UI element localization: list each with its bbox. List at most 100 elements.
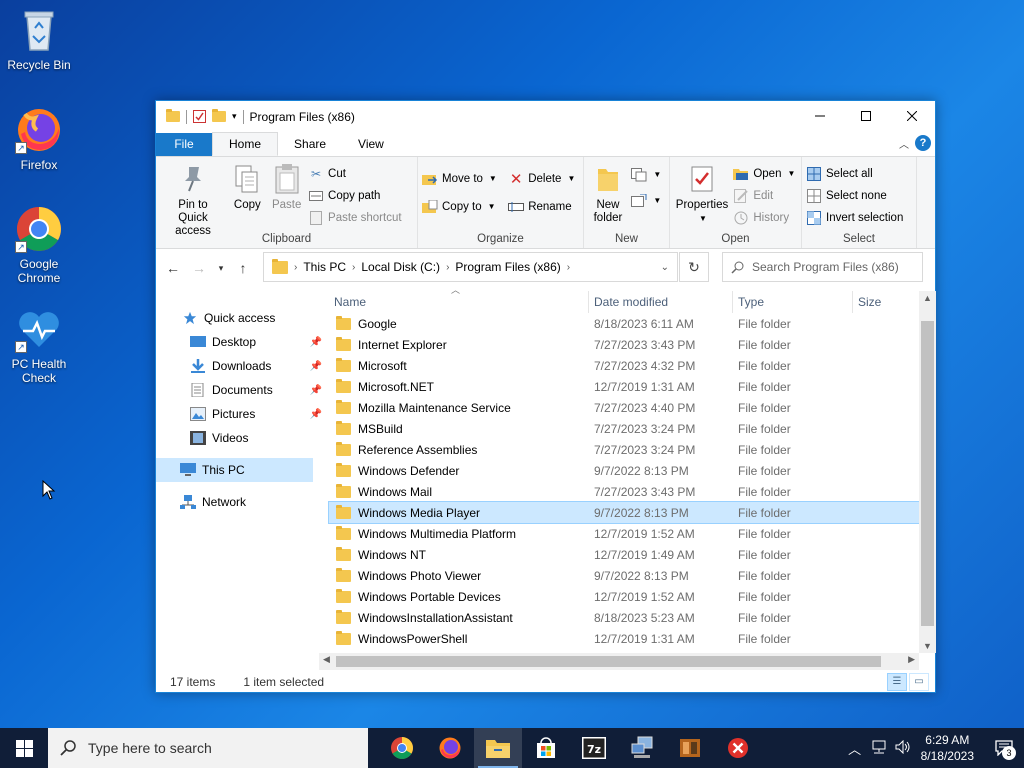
paste-shortcut-button[interactable]: Paste shortcut: [308, 208, 402, 227]
table-row[interactable]: Reference Assemblies 7/27/2023 3:24 PM Fil…: [329, 439, 919, 460]
help-icon[interactable]: ?: [915, 135, 931, 151]
rename-button[interactable]: Rename: [508, 197, 575, 216]
desktop-icon-google-chrome[interactable]: ↗ Google Chrome: [1, 205, 77, 285]
maximize-button[interactable]: [843, 101, 889, 131]
easy-access-button[interactable]: ▼: [631, 191, 661, 210]
copy-to-button[interactable]: Copy to ▼: [422, 197, 497, 216]
table-row[interactable]: WindowsPowerShell 12/7/2019 1:31 AM File f…: [329, 628, 919, 649]
column-header-type[interactable]: Type: [733, 291, 853, 313]
properties-quick-icon[interactable]: [193, 110, 206, 123]
table-row[interactable]: Windows Portable Devices 12/7/2019 1:52 A…: [329, 586, 919, 607]
large-icons-view-button[interactable]: ▭: [909, 673, 929, 691]
taskbar-search-input[interactable]: Type here to search: [48, 728, 368, 768]
desktop-icon-recycle-bin[interactable]: Recycle Bin: [1, 6, 77, 72]
desktop-icon-firefox[interactable]: ↗ Firefox: [1, 106, 77, 172]
tab-share[interactable]: Share: [278, 133, 342, 156]
minimize-button[interactable]: [797, 101, 843, 131]
address-bar[interactable]: › This PC › Local Disk (C:) › Program Fi…: [263, 252, 678, 282]
address-dropdown-icon[interactable]: ⌄: [661, 262, 669, 273]
table-row[interactable]: Windows Mail 7/27/2023 3:43 PM File folder: [329, 481, 919, 502]
table-row[interactable]: Google 8/18/2023 6:11 AM File folder: [329, 313, 919, 334]
column-header-date-modified[interactable]: Date modified: [589, 291, 733, 313]
scroll-down-icon[interactable]: ▼: [919, 641, 936, 651]
tab-file[interactable]: File: [156, 133, 212, 156]
taskbar-red-x-app[interactable]: [714, 728, 762, 768]
taskbar-store[interactable]: [522, 728, 570, 768]
close-button[interactable]: [889, 101, 935, 131]
open-button[interactable]: Open ▼: [733, 164, 795, 183]
table-row[interactable]: Microsoft 7/27/2023 4:32 PM File folder: [329, 355, 919, 376]
cut-button[interactable]: ✂ Cut: [308, 164, 402, 183]
table-row[interactable]: Mozilla Maintenance Service 7/27/2023 4:4…: [329, 397, 919, 418]
copy-button[interactable]: Copy: [229, 161, 265, 214]
taskbar-chrome[interactable]: [378, 728, 426, 768]
nav-network[interactable]: Network: [156, 490, 326, 514]
breadcrumb-this-pc[interactable]: This PC: [303, 260, 346, 274]
table-row[interactable]: Windows Multimedia Platform 12/7/2019 1:5…: [329, 523, 919, 544]
taskbar-file-explorer[interactable]: [474, 728, 522, 768]
edit-button[interactable]: Edit: [733, 186, 795, 205]
invert-selection-button[interactable]: Invert selection: [806, 208, 903, 227]
network-status-icon[interactable]: [867, 740, 891, 757]
history-button[interactable]: History: [733, 208, 795, 227]
nav-item-videos[interactable]: Videos: [156, 426, 326, 450]
action-center-button[interactable]: 3: [984, 728, 1024, 768]
tab-home[interactable]: Home: [212, 132, 279, 156]
customize-quick-access-icon[interactable]: ▾: [232, 111, 237, 122]
table-row[interactable]: Windows Media Player 9/7/2022 8:13 PM File…: [328, 501, 920, 524]
recent-locations-button[interactable]: ▾: [214, 263, 228, 274]
nav-quick-access[interactable]: Quick access: [156, 306, 326, 330]
taskbar-media-app[interactable]: [666, 728, 714, 768]
table-row[interactable]: Internet Explorer 7/27/2023 3:43 PM File f…: [329, 334, 919, 355]
nav-item-downloads[interactable]: Downloads 📌: [156, 354, 326, 378]
vertical-scrollbar[interactable]: ▲ ▼: [919, 291, 936, 653]
nav-this-pc[interactable]: This PC: [156, 458, 313, 482]
breadcrumb-program-files-x86[interactable]: Program Files (x86): [455, 260, 560, 274]
refresh-button[interactable]: ↻: [679, 252, 709, 282]
horizontal-scrollbar[interactable]: ◀ ▶: [319, 653, 919, 670]
collapse-ribbon-icon[interactable]: ︿: [899, 136, 909, 151]
taskbar-firefox[interactable]: [426, 728, 474, 768]
up-button[interactable]: ↑: [232, 260, 254, 276]
taskbar-network-app[interactable]: [618, 728, 666, 768]
table-row[interactable]: WindowsInstallationAssistant 8/18/2023 5:…: [329, 607, 919, 628]
nav-item-documents[interactable]: Documents 📌: [156, 378, 326, 402]
scroll-left-icon[interactable]: ◀: [323, 654, 330, 665]
scroll-right-icon[interactable]: ▶: [908, 654, 915, 665]
taskbar-7zip[interactable]: 7z: [570, 728, 618, 768]
table-row[interactable]: Windows NT 12/7/2019 1:49 AM File folder: [329, 544, 919, 565]
back-button[interactable]: ←: [162, 260, 184, 276]
tab-view[interactable]: View: [342, 133, 400, 156]
select-none-button[interactable]: Select none: [806, 186, 903, 205]
desktop-icon-pc-health-check[interactable]: ↗ PC Health Check: [1, 305, 77, 385]
store-icon: [537, 737, 555, 758]
search-input[interactable]: Search Program Files (x86): [722, 252, 923, 282]
new-item-button[interactable]: ▼: [631, 165, 661, 184]
nav-item-desktop[interactable]: Desktop 📌: [156, 330, 326, 354]
table-row[interactable]: Windows Defender 9/7/2022 8:13 PM File fol…: [329, 460, 919, 481]
scroll-up-icon[interactable]: ▲: [919, 293, 936, 303]
table-row[interactable]: Microsoft.NET 12/7/2019 1:31 AM File folde…: [329, 376, 919, 397]
move-to-button[interactable]: Move to ▼: [422, 169, 497, 188]
breadcrumb-local-disk[interactable]: Local Disk (C:): [361, 260, 440, 274]
details-view-button[interactable]: ☰: [887, 673, 907, 691]
paste-button[interactable]: Paste: [269, 161, 305, 214]
new-folder-quick-icon[interactable]: [212, 109, 226, 122]
show-hidden-icons-icon[interactable]: ︿: [843, 739, 867, 758]
copy-path-button[interactable]: Copy path: [308, 186, 402, 205]
properties-button[interactable]: Properties ▼: [674, 161, 730, 227]
start-button[interactable]: [0, 728, 48, 768]
volume-icon[interactable]: [891, 739, 915, 757]
delete-button[interactable]: ✕ Delete ▼: [508, 169, 575, 188]
select-all-button[interactable]: Select all: [806, 164, 903, 183]
forward-button[interactable]: →: [188, 260, 210, 276]
column-header-size[interactable]: Size: [853, 291, 919, 313]
horizontal-scroll-thumb[interactable]: [336, 656, 881, 667]
clock[interactable]: 6:29 AM 8/18/2023: [921, 732, 974, 764]
table-row[interactable]: MSBuild 7/27/2023 3:24 PM File folder: [329, 418, 919, 439]
new-folder-button[interactable]: New folder: [588, 161, 628, 227]
table-row[interactable]: Windows Photo Viewer 9/7/2022 8:13 PM File…: [329, 565, 919, 586]
pin-to-quick-access-button[interactable]: Pin to Quick access: [160, 161, 226, 240]
vertical-scroll-thumb[interactable]: [921, 321, 934, 626]
nav-item-pictures[interactable]: Pictures 📌: [156, 402, 326, 426]
